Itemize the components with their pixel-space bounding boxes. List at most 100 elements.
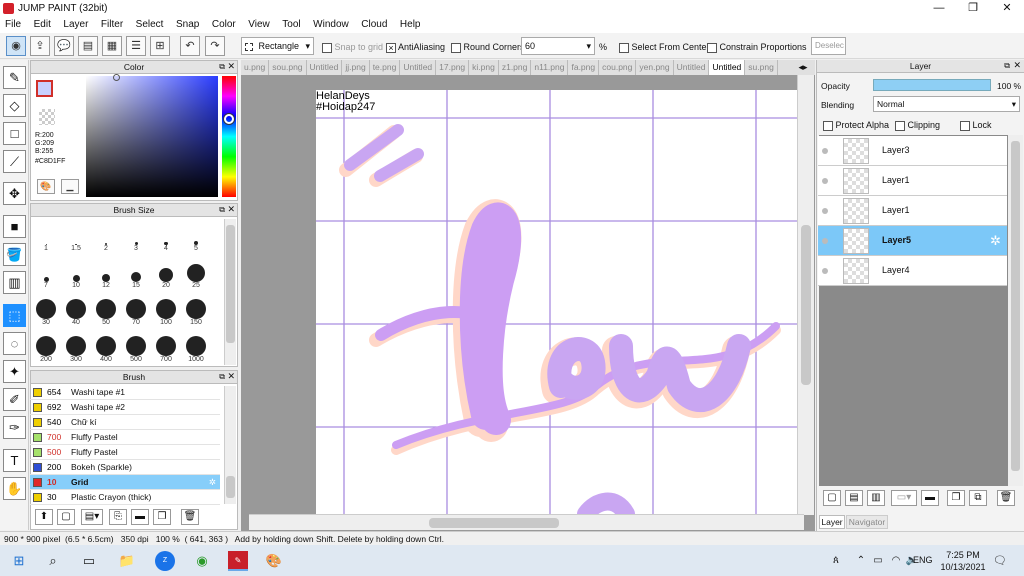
snap-to-grid-checkbox[interactable]: Snap to grid: [322, 42, 383, 53]
scrollbar-thumb[interactable]: [429, 518, 559, 528]
menu-select[interactable]: Select: [131, 17, 169, 33]
primary-color-swatch[interactable]: [36, 80, 53, 97]
brush-size-10[interactable]: 10: [61, 256, 91, 293]
menu-filter[interactable]: Filter: [96, 17, 128, 33]
scrollbar-thumb[interactable]: [226, 225, 235, 343]
brush-size-500[interactable]: 500: [121, 330, 151, 367]
canvas-horizontal-scrollbar[interactable]: [249, 514, 804, 530]
jump-paint-taskbar-icon[interactable]: ✎: [228, 551, 248, 571]
document-tab[interactable]: yen.png: [636, 60, 674, 75]
brush-size-4[interactable]: 4: [151, 219, 181, 256]
document-tab[interactable]: cou.png: [599, 60, 637, 75]
fill-rect-tool-icon[interactable]: ■: [3, 215, 26, 238]
tab-scroll-arrows[interactable]: ◂▸: [791, 60, 815, 75]
comment-icon[interactable]: 💬: [54, 36, 74, 56]
grid-icon[interactable]: ⊞: [150, 36, 170, 56]
brush-size-150[interactable]: 150: [181, 293, 211, 330]
document-tab[interactable]: su.png: [745, 60, 778, 75]
scrollbar-thumb[interactable]: [801, 225, 811, 385]
close-panel-icon[interactable]: ✕: [227, 61, 235, 72]
brush-list-item[interactable]: 30 Plastic Crayon (thick): [30, 490, 220, 505]
new-layer-1bit-icon[interactable]: ▥: [867, 490, 885, 506]
notification-icon[interactable]: 🗨: [990, 551, 1010, 571]
blending-select[interactable]: Normal ▾: [873, 96, 1020, 112]
brush-delete-icon[interactable]: 🗑: [181, 509, 199, 525]
close-button[interactable]: ✕: [990, 0, 1024, 17]
redo-icon[interactable]: ↷: [205, 36, 225, 56]
layer-visibility-icon[interactable]: [822, 268, 828, 274]
magic-wand-tool-icon[interactable]: ✦: [3, 360, 26, 383]
constrain-proportions-checkbox[interactable]: Constrain Proportions: [707, 42, 807, 53]
page-icon[interactable]: ▦: [102, 36, 122, 56]
document-tab[interactable]: Untitled: [709, 60, 746, 75]
layer-visibility-icon[interactable]: [822, 178, 828, 184]
menu-snap[interactable]: Snap: [171, 17, 204, 33]
layer-visibility-icon[interactable]: [822, 148, 828, 154]
hue-slider[interactable]: [222, 76, 236, 197]
maximize-button[interactable]: ❐: [956, 0, 990, 17]
clock[interactable]: 7:25 PM 10/13/2021: [940, 549, 986, 573]
document-tab[interactable]: n11.png: [531, 60, 569, 75]
document-tab[interactable]: 17.png: [436, 60, 470, 75]
palette-icon[interactable]: 🎨: [37, 179, 55, 194]
move-tool-icon[interactable]: ✥: [3, 182, 26, 205]
menu-help[interactable]: Help: [395, 17, 426, 33]
layer-row[interactable]: Layer1: [818, 166, 1007, 196]
lasso-tool-icon[interactable]: ◌: [3, 332, 26, 355]
quick-mask-icon[interactable]: ◉: [6, 36, 26, 56]
layer-folder-icon[interactable]: ▬: [921, 490, 939, 506]
tab-navigator[interactable]: Navigator: [846, 515, 888, 529]
brush-size-1000[interactable]: 1000: [181, 330, 211, 367]
select-pen-tool-icon[interactable]: ✐: [3, 388, 26, 411]
round-corner-value-input[interactable]: 60 ▾: [521, 37, 595, 55]
layer-menu-icon[interactable]: ▭▾: [891, 490, 917, 506]
color-menu-icon[interactable]: ▁: [61, 179, 79, 194]
brush-copy-icon[interactable]: ⎘: [109, 509, 127, 525]
new-layer-icon[interactable]: ▢: [823, 490, 841, 506]
zalo-icon[interactable]: Z: [155, 551, 175, 571]
chrome-icon[interactable]: ◉: [192, 551, 212, 571]
saturation-value-picker[interactable]: [86, 74, 218, 197]
close-panel-icon[interactable]: ✕: [227, 204, 235, 215]
clipping-checkbox[interactable]: Clipping: [895, 120, 940, 131]
select-from-center-checkbox[interactable]: Select From Center: [619, 42, 710, 53]
popout-icon[interactable]: ⧉: [1004, 61, 1010, 71]
layer-visibility-icon[interactable]: [822, 238, 828, 244]
task-view-icon[interactable]: ▭: [79, 551, 99, 571]
rect-select-tool-icon[interactable]: ⬚: [3, 304, 26, 327]
share-icon[interactable]: ⇪: [30, 36, 50, 56]
brush-size-400[interactable]: 400: [91, 330, 121, 367]
layer-row[interactable]: Layer1: [818, 196, 1007, 226]
document-tab[interactable]: u.png: [241, 60, 270, 75]
brush-size-30[interactable]: 30: [31, 293, 61, 330]
brush-size-7[interactable]: 7: [31, 256, 61, 293]
brush-folder-icon[interactable]: ▬: [131, 509, 149, 525]
note-icon[interactable]: ▤: [78, 36, 98, 56]
menu-view[interactable]: View: [243, 17, 275, 33]
document-tab[interactable]: te.png: [370, 60, 401, 75]
search-icon[interactable]: ⌕: [43, 551, 63, 571]
brush-size-40[interactable]: 40: [61, 293, 91, 330]
brush-list-item[interactable]: 10 Grid ✲: [30, 475, 220, 490]
brush-size-50[interactable]: 50: [91, 293, 121, 330]
brush-size-1[interactable]: 1: [31, 219, 61, 256]
brush-size-12[interactable]: 12: [91, 256, 121, 293]
network-icon[interactable]: ▭: [868, 551, 888, 571]
brush-size-3[interactable]: 3: [121, 219, 151, 256]
brush-list-item[interactable]: 700 Fluffy Pastel: [30, 430, 220, 445]
protect-alpha-checkbox[interactable]: Protect Alpha: [823, 120, 889, 131]
brush-size-scrollbar[interactable]: [224, 219, 236, 365]
drawing-canvas[interactable]: HelanDeys #Hoidap247: [316, 90, 798, 514]
layer-row[interactable]: Layer4: [818, 256, 1007, 286]
bucket-tool-icon[interactable]: 🪣: [3, 243, 26, 266]
document-tab[interactable]: z1.png: [499, 60, 532, 75]
gradient-tool-icon[interactable]: ▥: [3, 271, 26, 294]
layer-row[interactable]: Layer3: [818, 136, 1007, 166]
file-explorer-icon[interactable]: 📁: [117, 551, 137, 571]
tab-layer[interactable]: Layer: [819, 515, 845, 529]
brush-size-100[interactable]: 100: [151, 293, 181, 330]
brush-size-15[interactable]: 15: [121, 256, 151, 293]
windows-start-icon[interactable]: ⊞: [9, 551, 29, 571]
minimize-button[interactable]: —: [922, 0, 956, 17]
brush-list-item[interactable]: 692 Washi tape #2: [30, 400, 220, 415]
